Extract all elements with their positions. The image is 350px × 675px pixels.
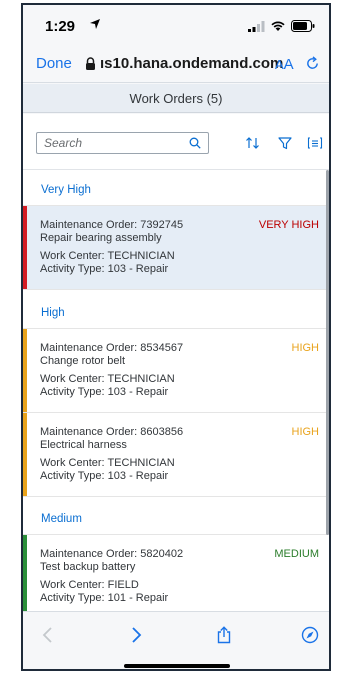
url-text[interactable]: ıs10.hana.ondemand.com — [100, 55, 283, 72]
list-item[interactable]: Maintenance Order: 5820402 Test backup b… — [23, 535, 329, 611]
priority-label: HIGH — [291, 426, 320, 438]
status-indicators — [248, 20, 315, 32]
signal-icon — [248, 20, 265, 32]
list-item[interactable]: Maintenance Order: 8534567 Change rotor … — [23, 329, 329, 413]
work-center: Work Center: FIELD — [40, 579, 139, 591]
order-number: Maintenance Order: 7392745 — [40, 219, 184, 231]
work-center: Work Center: TECHNICIAN — [40, 373, 175, 385]
scrollbar[interactable] — [326, 170, 329, 535]
order-description: Electrical harness — [40, 439, 127, 451]
priority-label: MEDIUM — [274, 548, 319, 560]
status-bar: 1:29 — [23, 5, 329, 45]
activity-type: Activity Type: 103 - Repair — [40, 263, 169, 275]
group-header-high: High — [23, 297, 329, 329]
group-header-medium: Medium — [23, 503, 329, 535]
browser-address-bar: Done ıs10.hana.ondemand.com AA — [23, 45, 329, 83]
done-button[interactable]: Done — [36, 55, 72, 72]
work-order-list: Very High Maintenance Order: 7392745 Rep… — [23, 170, 329, 611]
browser-bottom-toolbar — [23, 611, 329, 669]
priority-indicator-bar — [23, 535, 27, 611]
reload-icon[interactable] — [305, 56, 320, 71]
priority-indicator-bar — [23, 206, 27, 289]
order-description: Repair bearing assembly — [40, 232, 162, 244]
filter-icon[interactable] — [277, 135, 293, 151]
list-item[interactable]: Maintenance Order: 7392745 Repair bearin… — [23, 206, 329, 290]
page-title: Work Orders (5) — [23, 84, 329, 113]
group-icon[interactable] — [307, 135, 323, 151]
order-description: Change rotor belt — [40, 355, 125, 367]
order-number: Maintenance Order: 8534567 — [40, 342, 184, 354]
priority-indicator-bar — [23, 329, 27, 412]
search-input[interactable] — [44, 136, 184, 150]
sort-icon[interactable] — [245, 135, 261, 151]
lock-icon — [86, 57, 95, 70]
search-field[interactable] — [36, 132, 209, 154]
status-time: 1:29 — [45, 18, 76, 35]
battery-icon — [291, 20, 315, 32]
chevron-left-icon[interactable] — [39, 626, 57, 644]
share-icon[interactable] — [215, 626, 233, 644]
work-center: Work Center: TECHNICIAN — [40, 250, 175, 262]
phone-frame: 1:29 Done ıs10.hana.ondemand.com AA Work… — [21, 3, 331, 671]
list-toolbar — [23, 114, 329, 170]
priority-indicator-bar — [23, 413, 27, 496]
text-size-button[interactable]: AA — [275, 56, 294, 73]
activity-type: Activity Type: 101 - Repair — [40, 592, 169, 604]
compass-icon[interactable] — [301, 626, 319, 644]
order-number: Maintenance Order: 5820402 — [40, 548, 184, 560]
chevron-right-icon[interactable] — [127, 626, 145, 644]
home-indicator — [124, 664, 230, 668]
order-description: Test backup battery — [40, 561, 136, 573]
search-icon[interactable] — [189, 137, 201, 149]
activity-type: Activity Type: 103 - Repair — [40, 386, 169, 398]
text-size-big-a: A — [283, 56, 294, 73]
work-center: Work Center: TECHNICIAN — [40, 457, 175, 469]
priority-label: VERY HIGH — [258, 219, 319, 231]
priority-label: HIGH — [291, 342, 320, 354]
wifi-icon — [271, 21, 285, 31]
group-header-very-high: Very High — [23, 174, 329, 206]
text-size-small-a: A — [275, 57, 284, 72]
location-arrow-icon — [90, 19, 100, 29]
order-number: Maintenance Order: 8603856 — [40, 426, 184, 438]
activity-type: Activity Type: 103 - Repair — [40, 470, 169, 482]
list-item[interactable]: Maintenance Order: 8603856 Electrical ha… — [23, 413, 329, 497]
